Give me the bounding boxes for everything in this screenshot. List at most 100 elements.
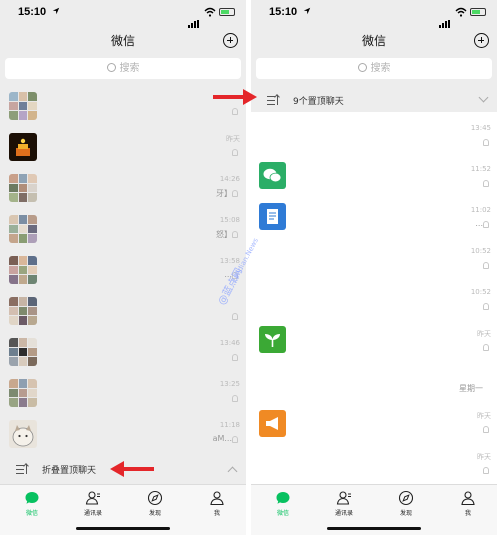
person-icon xyxy=(461,491,475,506)
signal-icon xyxy=(188,9,200,28)
status-time: 15:10 xyxy=(269,6,298,18)
search-icon xyxy=(106,63,116,72)
tab-discover[interactable]: 发现 xyxy=(135,490,175,517)
cat-avatar xyxy=(9,420,37,448)
location-arrow-icon xyxy=(52,7,60,15)
chat-row[interactable]: 昨天 xyxy=(251,404,497,445)
sprout-icon xyxy=(259,326,286,353)
mute-bell-icon xyxy=(232,108,238,115)
chevron-down-icon xyxy=(478,92,489,103)
chat-row[interactable]: 13:46 xyxy=(0,332,246,373)
search-bar[interactable]: 搜索 xyxy=(256,58,492,79)
chat-snippet: 牙】 xyxy=(216,189,232,198)
chat-row[interactable] xyxy=(0,86,246,127)
tab-contacts[interactable]: 通讯录 xyxy=(73,490,113,517)
wifi-icon xyxy=(455,7,467,17)
mute-bell-icon xyxy=(483,467,489,474)
search-placeholder: 搜索 xyxy=(370,63,391,74)
pinned-chats-bar[interactable]: 9个置顶聊天 xyxy=(251,86,497,114)
chat-time: 13:58 xyxy=(219,257,240,265)
wifi-icon xyxy=(204,7,216,17)
chat-time: 昨天 xyxy=(477,330,491,338)
person-icon xyxy=(210,491,224,506)
tab-label: 微信 xyxy=(25,510,38,517)
compass-icon xyxy=(398,490,414,506)
chat-row[interactable]: 13:45 xyxy=(251,117,497,158)
add-plus-icon[interactable] xyxy=(474,33,489,48)
home-indicator xyxy=(327,527,421,530)
chat-row[interactable]: 10:52 xyxy=(251,281,497,322)
mute-bell-icon xyxy=(232,436,238,443)
chat-time: 13:46 xyxy=(219,339,240,347)
page-title: 微信 xyxy=(110,34,135,48)
group-avatar xyxy=(9,379,37,407)
left-screen: 15:10 微信 搜索 昨天 14:26 牙】 15:08 怒】 13:58 .… xyxy=(0,0,246,535)
search-icon xyxy=(357,63,367,72)
group-avatar xyxy=(9,92,37,120)
chevron-up-icon xyxy=(227,466,238,477)
megaphone-icon xyxy=(259,410,286,437)
compass-icon xyxy=(147,490,163,506)
status-bar: 15:10 xyxy=(0,0,246,28)
chat-row[interactable]: 星期一 xyxy=(251,363,497,404)
chat-time: 11:18 xyxy=(219,421,240,429)
chat-row[interactable]: 昨天 xyxy=(251,322,497,363)
tab-chats[interactable]: 微信 xyxy=(12,490,52,517)
mute-bell-icon xyxy=(232,395,238,402)
chat-row[interactable] xyxy=(0,291,246,332)
pinned-chats-label: 9个置顶聊天 xyxy=(293,97,344,107)
tab-discover[interactable]: 发现 xyxy=(386,490,426,517)
mute-bell-icon xyxy=(483,221,489,228)
group-avatar xyxy=(9,215,37,243)
nav-bar: 微信 xyxy=(251,28,497,54)
chat-time: 11:02 xyxy=(470,206,491,214)
battery-icon xyxy=(219,8,235,16)
chat-row[interactable]: 11:52 xyxy=(251,158,497,199)
wechat-logo-icon xyxy=(259,162,286,189)
chat-row[interactable]: 15:08 怒】 xyxy=(0,209,246,250)
tab-me[interactable]: 我 xyxy=(448,490,488,517)
mute-bell-icon xyxy=(232,231,238,238)
chat-time: 13:25 xyxy=(219,380,240,388)
chat-snippet: aM... xyxy=(212,434,232,443)
group-avatar xyxy=(9,338,37,366)
fold-list-icon xyxy=(267,95,281,106)
collapse-pinned-label: 折叠置顶聊天 xyxy=(42,466,97,476)
tab-label: 通讯录 xyxy=(334,510,353,517)
chat-row[interactable]: 10:52 xyxy=(251,240,497,281)
nav-bar: 微信 xyxy=(0,28,246,54)
chat-time: 11:52 xyxy=(470,165,491,173)
location-arrow-icon xyxy=(303,7,311,15)
group-avatar xyxy=(9,256,37,284)
chat-row[interactable]: 11:02 ... xyxy=(251,199,497,240)
chat-time: 14:26 xyxy=(219,175,240,183)
chat-row[interactable]: 14:26 牙】 xyxy=(0,168,246,209)
chat-bubble-icon xyxy=(276,492,290,504)
tab-chats[interactable]: 微信 xyxy=(263,490,303,517)
search-bar[interactable]: 搜索 xyxy=(5,58,241,79)
tab-contacts[interactable]: 通讯录 xyxy=(324,490,364,517)
chat-time: 15:08 xyxy=(219,216,240,224)
cat-face-icon xyxy=(12,425,34,447)
chat-row[interactable]: 13:25 xyxy=(0,373,246,414)
contact-avatar xyxy=(9,133,37,161)
tab-label: 发现 xyxy=(399,510,412,517)
chat-row[interactable]: 13:58 ... xyxy=(0,250,246,291)
chat-row[interactable]: 昨天 xyxy=(0,127,246,168)
contacts-icon xyxy=(85,491,100,505)
chat-row[interactable]: 昨天 xyxy=(251,445,497,486)
add-plus-icon[interactable] xyxy=(223,33,238,48)
tab-me[interactable]: 我 xyxy=(197,490,237,517)
red-arrow-left-icon xyxy=(110,461,154,477)
tab-label: 微信 xyxy=(276,510,289,517)
mute-bell-icon xyxy=(232,313,238,320)
red-arrow-right-icon xyxy=(213,89,257,105)
chat-snippet: 怒】 xyxy=(216,230,232,239)
chat-time: 13:45 xyxy=(470,124,491,132)
group-avatar xyxy=(9,174,37,202)
tab-label: 我 xyxy=(213,510,220,517)
chat-time: 10:52 xyxy=(470,288,491,296)
home-indicator xyxy=(76,527,170,530)
chat-row[interactable]: 11:18 aM... xyxy=(0,414,246,455)
tab-label: 通讯录 xyxy=(83,510,102,517)
